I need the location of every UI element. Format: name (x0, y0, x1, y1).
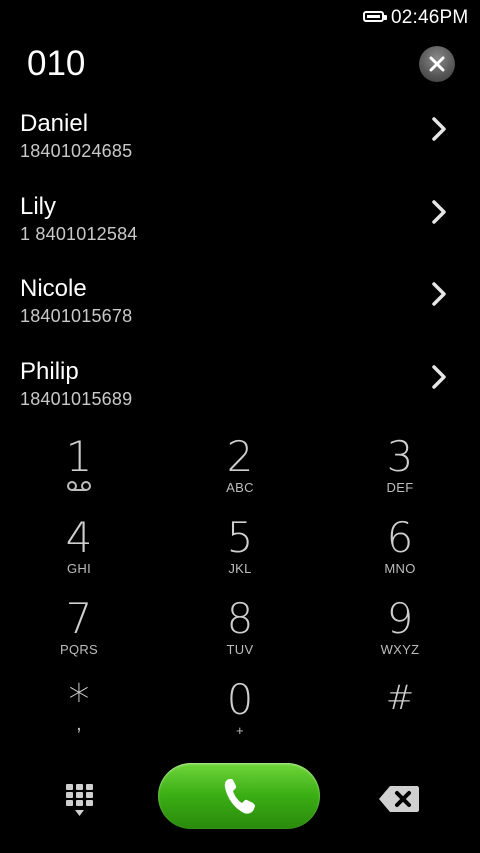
phone-icon (224, 779, 255, 814)
key-5[interactable]: 5 JKL (180, 517, 300, 595)
chevron-right-icon[interactable] (430, 116, 448, 142)
contact-row[interactable]: Philip 18401015689 (0, 358, 480, 440)
key-8[interactable]: 8 TUV (180, 598, 300, 676)
key-digit: 4 (65, 513, 93, 562)
contact-name: Nicole (20, 275, 87, 302)
key-digit: 1 (65, 432, 93, 481)
key-letters: JKL (228, 561, 252, 576)
backspace-button[interactable] (378, 784, 420, 814)
backspace-icon (379, 786, 419, 812)
dialed-number: 010 (27, 44, 86, 83)
key-digit: 5 (226, 513, 254, 562)
key-letters: MNO (384, 561, 416, 576)
contact-name: Philip (20, 358, 79, 385)
contact-number: 18401015678 (20, 306, 133, 326)
key-letters: PQRS (59, 642, 99, 657)
keypad-grid-icon (66, 784, 93, 816)
key-4[interactable]: 4 GHI (19, 517, 139, 595)
clear-icon (429, 56, 445, 72)
chevron-right-icon[interactable] (430, 364, 448, 390)
battery-icon (363, 11, 387, 22)
contact-row[interactable]: Daniel 18401024685 (0, 110, 480, 192)
key-letters: , (76, 713, 82, 735)
key-letters: + (236, 723, 244, 738)
key-7[interactable]: 7 PQRS (19, 598, 139, 676)
key-2[interactable]: 2 ABC (180, 436, 300, 514)
key-letters: GHI (66, 561, 91, 576)
status-bar: 02:46PM (0, 0, 480, 36)
key-digit: 7 (65, 594, 93, 643)
contact-name: Lily (20, 193, 57, 220)
key-3[interactable]: 3 DEF (340, 436, 460, 514)
key-9[interactable]: 9 WXYZ (340, 598, 460, 676)
contact-row[interactable]: Nicole 18401015678 (0, 275, 480, 357)
key-letters: DEF (386, 480, 414, 495)
key-letters: ABC (226, 480, 254, 495)
contact-row[interactable]: Lily 1 8401012584 (0, 193, 480, 275)
key-digit: 6 (386, 513, 414, 562)
contact-number: 18401024685 (20, 141, 133, 161)
key-digit: 3 (386, 432, 414, 481)
contact-number: 1 8401012584 (20, 224, 138, 244)
key-star[interactable]: * , (19, 679, 139, 757)
key-hash[interactable]: # (340, 679, 460, 757)
chevron-right-icon[interactable] (430, 199, 448, 225)
key-digit: # (385, 678, 415, 718)
contact-number: 18401015689 (20, 389, 133, 409)
voicemail-icon (67, 481, 91, 491)
key-letters: TUV (226, 642, 254, 657)
keypad-toggle-button[interactable] (60, 781, 100, 821)
key-1[interactable]: 1 (19, 436, 139, 514)
contact-name: Daniel (20, 110, 89, 137)
key-digit: 2 (226, 432, 254, 481)
key-0[interactable]: 0 + (180, 679, 300, 757)
key-digit: 8 (226, 594, 254, 643)
key-6[interactable]: 6 MNO (340, 517, 460, 595)
key-digit: 9 (386, 594, 414, 643)
key-digit: 0 (226, 675, 254, 724)
call-button[interactable] (158, 763, 320, 829)
status-time: 02:46PM (391, 7, 469, 28)
clear-button[interactable] (419, 46, 455, 82)
key-letters: WXYZ (380, 642, 420, 657)
chevron-right-icon[interactable] (430, 281, 448, 307)
